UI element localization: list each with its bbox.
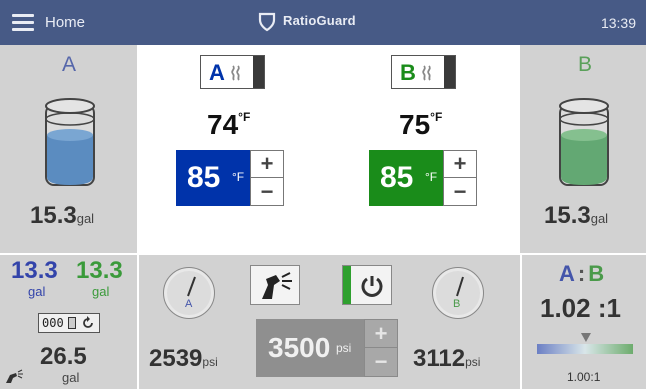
total-b-unit: gal [92, 284, 110, 299]
heat-waves-icon [231, 65, 240, 81]
power-status-indicator [343, 266, 351, 304]
counter-display: 000 [42, 316, 64, 330]
home-label[interactable]: Home [45, 14, 85, 31]
gauge-needle-a [187, 276, 196, 297]
ratio-label-a: A [559, 261, 575, 286]
grand-total-value: 26.5 [40, 343, 87, 370]
heater-a-temp-unit: °F [238, 110, 251, 124]
pressure-setpoint-value: 3500 [268, 332, 331, 363]
pressure-decrease-button[interactable]: − [365, 348, 397, 376]
grand-total-unit: gal [62, 370, 80, 385]
ratio-panel: A:B 1.02 :1 1.00:1 [522, 255, 646, 389]
heater-a-setpoint-value: 85 [187, 161, 221, 194]
brand-name: RatioGuard [283, 13, 356, 28]
pressure-a-reading: 2539psi [149, 345, 218, 373]
pressure-b-reading: 3112psi [413, 345, 480, 373]
tank-a-volume: 15.3gal [30, 202, 94, 230]
ratio-value: 1.02 :1 [540, 293, 621, 323]
tank-b-volume-value: 15.3 [544, 202, 591, 229]
pressure-setpoint: 3500 psi + − [256, 319, 400, 377]
totals-panel: 13.3 13.3 gal gal 000 26.5 gal [0, 255, 137, 389]
spray-gun-button[interactable] [250, 265, 300, 305]
heater-a-temp: 74°F [207, 109, 250, 141]
heater-b-temp-value: 75 [399, 109, 431, 140]
ratio-marker-icon [580, 333, 591, 342]
heater-b-temp-unit: °F [430, 110, 443, 124]
pressure-panel: A B 2539psi 3112psi 3500 psi + − [139, 255, 520, 389]
tank-b-icon [559, 98, 609, 186]
heat-waves-icon [422, 65, 431, 81]
heater-b-setpoint: 85 °F + − [369, 150, 477, 206]
pressure-setpoint-display[interactable]: 3500 psi [256, 319, 364, 377]
heater-a-setpoint-unit: °F [232, 170, 245, 184]
pressure-a-unit: psi [202, 355, 218, 369]
spray-gun-small-icon [6, 369, 23, 383]
pressure-increase-button[interactable]: + [365, 320, 397, 348]
counter-digit-box [68, 317, 76, 329]
total-b-value: 13.3 [76, 257, 123, 284]
heater-a-temp-value: 74 [207, 109, 239, 140]
spray-gun-icon [262, 272, 292, 299]
tank-a-volume-unit: gal [76, 211, 95, 226]
heater-a-toggle[interactable]: A [200, 55, 265, 89]
ratio-target: 1.00:1 [567, 370, 601, 384]
reset-arrow-icon [83, 316, 93, 328]
clock: 13:39 [600, 15, 636, 31]
heater-a-increase-button[interactable]: + [251, 151, 283, 178]
heater-a-stepper: + − [250, 150, 284, 206]
heater-b-stepper: + − [443, 150, 477, 206]
top-bar: Home RatioGuard 13:39 [0, 0, 646, 45]
power-button[interactable] [342, 265, 392, 305]
ratio-header: A:B [559, 261, 604, 287]
tank-b-letter: B [578, 53, 593, 76]
counter-reset-button[interactable]: 000 [38, 313, 100, 333]
total-a-value: 13.3 [11, 257, 58, 284]
tank-b-volume: 15.3gal [544, 202, 608, 230]
pressure-a-value: 2539 [149, 345, 203, 372]
heater-b-increase-button[interactable]: + [444, 151, 476, 178]
menu-icon[interactable] [12, 14, 34, 32]
tank-a-icon [45, 98, 95, 186]
ratio-separator: : [577, 261, 586, 286]
tank-a-volume-value: 15.3 [30, 202, 77, 229]
pressure-gauge-a: A [163, 267, 215, 319]
gauge-a-label: A [185, 298, 193, 310]
heater-b-toggle[interactable]: B [391, 55, 456, 89]
pressure-stepper: + − [364, 319, 398, 377]
tank-a-panel: A 15.3gal [0, 45, 137, 253]
heater-b-temp: 75°F [399, 109, 442, 141]
pressure-b-unit: psi [465, 355, 481, 369]
heater-a-decrease-button[interactable]: − [251, 178, 283, 205]
heater-panel: A B 74°F 75°F 85 °F + − 85 °F + − [137, 45, 520, 253]
gauge-b-label: B [453, 298, 461, 310]
tank-b-panel: B 15.3gal [520, 45, 646, 253]
heater-a-setpoint: 85 °F + − [176, 150, 284, 206]
heater-a-setpoint-display[interactable]: 85 °F [176, 150, 250, 206]
heater-b-setpoint-value: 85 [380, 161, 414, 194]
gauge-needle-b [456, 276, 464, 297]
heater-b-label: B [400, 60, 416, 85]
heater-a-label: A [209, 60, 225, 85]
total-a-unit: gal [28, 284, 46, 299]
tank-b-volume-unit: gal [590, 211, 609, 226]
heater-b-setpoint-unit: °F [425, 170, 438, 184]
power-icon [361, 276, 383, 297]
shield-logo-icon [258, 12, 276, 32]
heater-b-decrease-button[interactable]: − [444, 178, 476, 205]
tank-a-letter: A [62, 53, 77, 76]
heater-b-setpoint-display[interactable]: 85 °F [369, 150, 443, 206]
pressure-setpoint-unit: psi [336, 341, 352, 355]
pressure-gauge-b: B [432, 267, 484, 319]
ratio-label-b: B [588, 261, 605, 286]
pressure-b-value: 3112 [413, 345, 466, 372]
ratio-indicator-bar [537, 333, 633, 354]
